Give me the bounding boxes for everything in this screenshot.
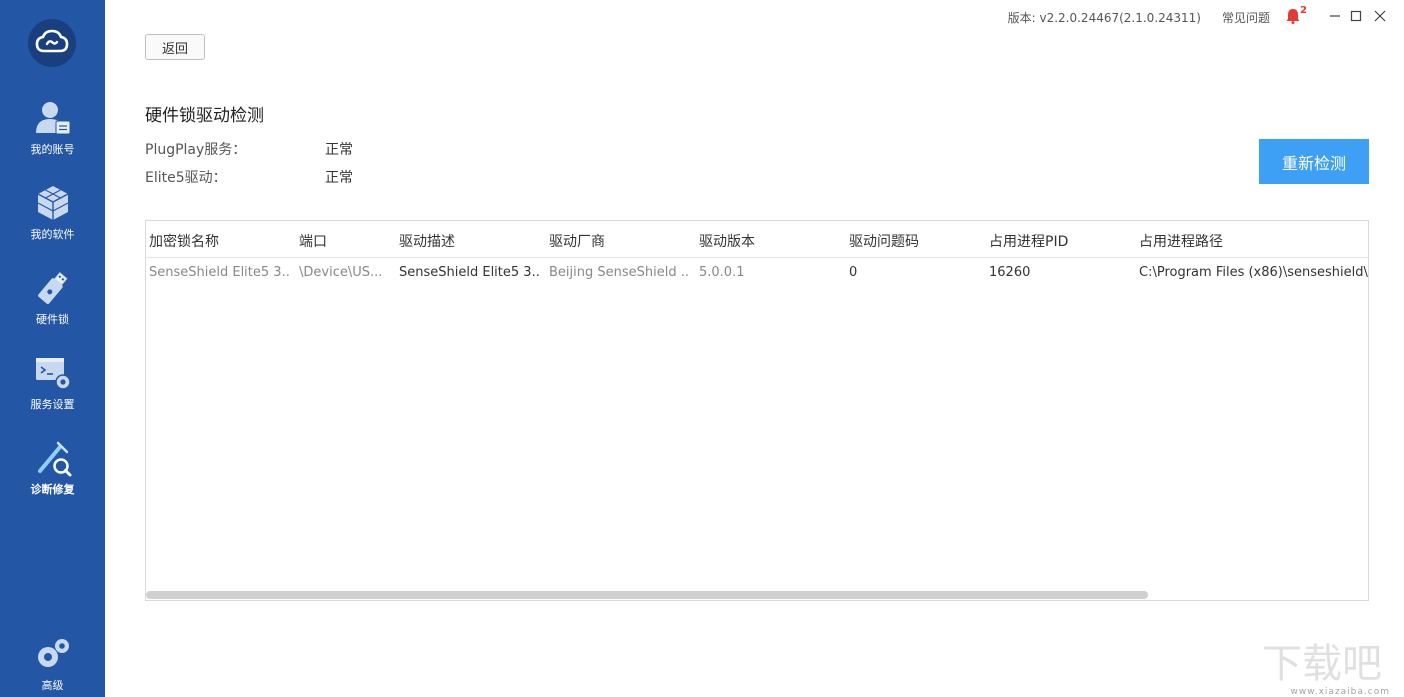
sidebar-item-service-settings[interactable]: 服务设置 [0,353,105,433]
sidebar-item-label: 硬件锁 [36,313,69,326]
column-header[interactable]: 端口 [299,231,327,251]
column-header[interactable]: 驱动版本 [699,231,755,251]
sidebar: 我的账号 我的软件 硬件锁 服务设置 诊断修复 高级 [0,0,105,697]
maximize-button[interactable] [1348,8,1364,24]
column-header[interactable]: 驱动问题码 [849,231,919,251]
page-title: 硬件锁驱动检测 [145,106,264,126]
horizontal-scrollbar[interactable] [146,591,1148,599]
sidebar-item-diagnose-repair[interactable]: 诊断修复 [0,438,105,518]
usb-dongle-icon [33,268,73,308]
version-text: 版本: v2.2.0.24467(2.1.0.24311) [1007,11,1201,25]
app-logo [28,19,76,67]
close-button[interactable] [1372,8,1388,24]
plugplay-service-value: 正常 [325,142,353,158]
sidebar-item-label: 我的软件 [30,228,75,241]
cloud-logo-icon [35,29,69,53]
user-account-icon [33,98,73,138]
sidebar-item-label: 高级 [41,679,64,692]
table-cell: Beijing SenseShield ... [549,265,689,280]
table-cell: SenseShield Elite5 3... [149,265,289,280]
sidebar-item-my-software[interactable]: 我的软件 [0,183,105,263]
table-cell: 0 [849,265,858,280]
minimize-button[interactable] [1327,8,1343,24]
maximize-icon [1350,10,1362,22]
table-row[interactable]: SenseShield Elite5 3... \Device\US... Se… [146,258,1368,290]
close-icon [1374,10,1386,22]
column-header[interactable]: 驱动厂商 [549,231,605,251]
column-header[interactable]: 加密锁名称 [149,231,219,251]
sidebar-item-advanced[interactable]: 高级 [0,634,105,697]
sidebar-item-label: 诊断修复 [30,483,75,496]
faq-link[interactable]: 常见问题 [1222,9,1270,26]
driver-table: 加密锁名称 端口 驱动描述 驱动厂商 驱动版本 驱动问题码 占用进程PID 占用… [145,220,1369,601]
software-cubes-icon [33,183,73,223]
table-cell: C:\Program Files (x86)\senseshield\ss\ [1139,265,1368,280]
notification-badge: 2 [1300,5,1307,16]
sidebar-item-label: 我的账号 [30,143,75,156]
column-header[interactable]: 占用进程路径 [1139,231,1223,251]
table-cell: \Device\US... [299,265,383,280]
back-button[interactable]: 返回 [145,34,205,60]
service-settings-icon [33,353,73,393]
diagnose-repair-icon [33,438,73,478]
title-bar: 版本: v2.2.0.24467(2.1.0.24311) 常见问题 2 [105,0,1404,32]
elite5-driver-value: 正常 [325,170,353,186]
sidebar-item-dongle[interactable]: 硬件锁 [0,268,105,348]
sidebar-item-my-account[interactable]: 我的账号 [0,98,105,178]
watermark-logo: 下载吧 [1262,637,1392,693]
column-header[interactable]: 驱动描述 [399,231,455,251]
sidebar-item-label: 服务设置 [30,398,75,411]
redetect-button[interactable]: 重新检测 [1259,139,1369,184]
table-cell: 5.0.0.1 [699,265,745,280]
table-header: 加密锁名称 端口 驱动描述 驱动厂商 驱动版本 驱动问题码 占用进程PID 占用… [146,221,1368,258]
table-cell: SenseShield Elite5 3... [399,265,539,280]
elite5-driver-label: Elite5驱动： [145,170,227,186]
column-header[interactable]: 占用进程PID [989,231,1068,251]
plugplay-service-label: PlugPlay服务： [145,142,247,158]
minimize-icon [1330,15,1340,17]
svg-text:下载吧: 下载吧 [1262,641,1382,685]
advanced-gears-icon [33,634,73,674]
table-cell: 16260 [989,265,1031,280]
watermark-url: www.xiazaiba.com [1290,687,1390,697]
bell-icon [1286,9,1300,24]
notification-button[interactable]: 2 [1286,5,1308,26]
